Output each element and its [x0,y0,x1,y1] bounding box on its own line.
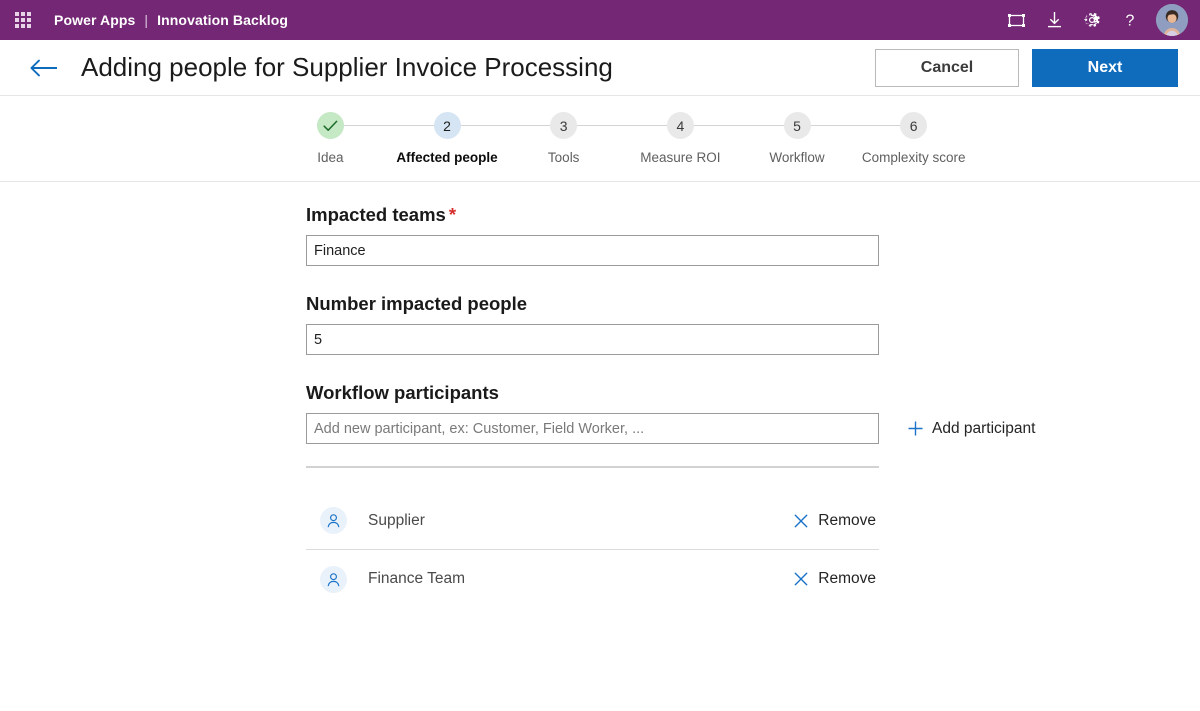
impacted-teams-label: Impacted teams * [306,204,1036,226]
app-name: Innovation Backlog [157,12,289,28]
suite-bar-actions: ? [997,0,1190,40]
remove-participant-button[interactable]: Remove [793,570,876,588]
svg-text:?: ? [1126,13,1135,30]
step-marker-6[interactable]: 6 [900,112,928,139]
participant-name: Supplier [368,511,425,529]
field-number-impacted-people: Number impacted people [306,293,1036,355]
step-label-2: Affected people [396,150,498,165]
field-workflow-participants: Workflow participants Add participant [306,382,1036,468]
field-impacted-teams: Impacted teams * [306,204,1036,266]
step-idea[interactable]: Idea [272,112,447,167]
list-item[interactable]: Supplier Remove [306,492,879,550]
impacted-teams-input[interactable] [306,235,879,266]
remove-participant-button[interactable]: Remove [793,512,876,530]
step-tools[interactable]: 3 Tools [505,112,681,167]
workflow-participants-label: Workflow participants [306,382,499,403]
step-measure-roi[interactable]: 4 Measure ROI [622,112,798,167]
form-column: Impacted teams* Number impacted people W… [306,204,1036,608]
back-button[interactable] [24,48,64,88]
remove-label: Remove [818,570,876,587]
suite-bar: Power Apps | Innovation Backlog ? [0,0,1200,40]
step-label-3: Tools [547,150,580,165]
stepper-track: Idea 2 Affected people 3 Tools 4 Measure… [272,112,972,167]
suite-brand[interactable]: Power Apps | Innovation Backlog [54,12,288,28]
step-workflow[interactable]: 5 Workflow [739,112,914,167]
page-title: Adding people for Supplier Invoice Proce… [81,52,613,82]
step-marker-5[interactable]: 5 [783,112,811,139]
number-impacted-people-label: Number impacted people [306,293,528,314]
step-label-6: Complexity score [861,150,966,165]
add-participant-button[interactable]: Add participant [907,420,1035,438]
command-bar: Adding people for Supplier Invoice Proce… [0,40,1200,96]
step-label-1: Idea [317,150,344,165]
fit-to-screen-icon [1007,13,1025,27]
step-affected-people[interactable]: 2 Affected people [389,112,564,167]
participants-divider [306,466,879,468]
gear-icon [1083,13,1100,27]
impacted-teams-label-text: Impacted teams [306,204,446,225]
new-participant-input[interactable] [306,413,879,444]
help-button[interactable]: ? [1111,0,1149,40]
list-item[interactable]: Finance Team Remove [306,550,879,608]
step-complexity-score[interactable]: 6 Complexity score [855,112,972,167]
close-x-icon [793,571,809,587]
download-button[interactable] [1035,0,1073,40]
step-marker-4[interactable]: 4 [666,112,694,139]
brand-separator: | [144,12,149,28]
avatar-photo-icon [1156,4,1188,36]
question-mark-icon: ? [1126,13,1135,30]
step-label-4: Measure ROI [640,150,721,165]
cancel-button[interactable]: Cancel [875,48,1019,87]
back-arrow-icon [30,59,57,76]
plus-icon [907,420,924,437]
person-icon [320,565,347,593]
step-label-5: Workflow [769,150,825,165]
download-icon [1047,12,1061,28]
fit-to-screen-button[interactable] [997,0,1035,40]
form-body: Impacted teams* Number impacted people W… [0,182,1200,608]
settings-button[interactable] [1073,0,1111,40]
waffle-grid [15,12,31,28]
next-button[interactable]: Next [1032,48,1178,87]
user-avatar[interactable] [1156,4,1188,36]
person-icon [320,507,347,534]
add-participant-row: Add participant [306,413,1036,444]
app-launcher-waffle-icon[interactable] [6,3,40,37]
participant-name: Finance Team [368,570,466,587]
step-marker-3[interactable]: 3 [550,112,578,139]
required-asterisk: * [448,204,457,225]
check-icon [323,120,338,131]
close-x-icon [793,513,809,529]
add-participant-label: Add participant [932,419,1036,437]
step-marker-1[interactable] [316,112,344,139]
number-impacted-people-input[interactable] [306,324,879,355]
product-name: Power Apps [54,12,136,28]
participants-list: Supplier Remove Finance Team Remove [306,492,879,608]
stepper: Idea 2 Affected people 3 Tools 4 Measure… [0,96,1200,182]
remove-label: Remove [818,511,876,529]
step-marker-2[interactable]: 2 [433,112,461,139]
